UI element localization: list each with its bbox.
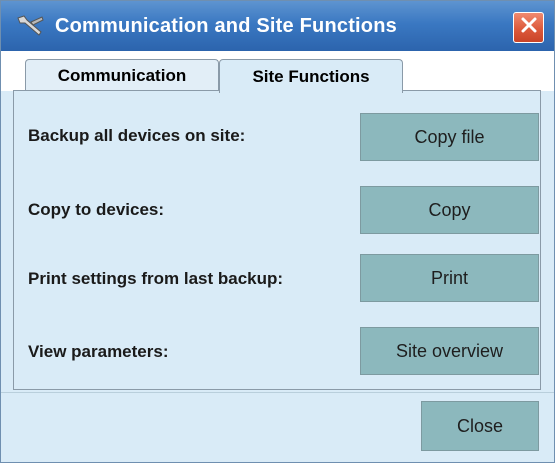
close-icon: [520, 16, 538, 39]
tab-site-functions[interactable]: Site Functions: [219, 59, 403, 93]
footer-divider: [1, 392, 554, 393]
dialog-window: Communication and Site Functions Communi…: [0, 0, 555, 463]
button-label: Close: [456, 415, 504, 436]
tab-label: Site Functions: [252, 66, 370, 86]
site-overview-button[interactable]: Site overview: [360, 327, 539, 375]
backup-label: Backup all devices on site:: [28, 126, 246, 145]
wrench-icon: [15, 14, 45, 38]
print-settings-label: Print settings from last backup:: [28, 269, 284, 288]
copy-file-button[interactable]: Copy file: [360, 113, 539, 161]
button-label: Site overview: [395, 340, 504, 361]
tab-label: Communication: [57, 65, 187, 85]
copy-button[interactable]: Copy: [360, 186, 539, 234]
print-button[interactable]: Print: [360, 254, 539, 302]
close-button[interactable]: Close: [421, 401, 539, 451]
window-title: Communication and Site Functions: [55, 15, 397, 37]
button-label: Print: [430, 267, 468, 288]
view-parameters-label: View parameters:: [28, 342, 169, 361]
close-window-button[interactable]: [513, 12, 544, 43]
button-label: Copy: [428, 199, 471, 220]
tab-communication[interactable]: Communication: [25, 59, 219, 91]
copy-to-devices-label: Copy to devices:: [28, 200, 165, 219]
title-bar[interactable]: Communication and Site Functions: [1, 1, 554, 51]
button-label: Copy file: [414, 126, 485, 147]
